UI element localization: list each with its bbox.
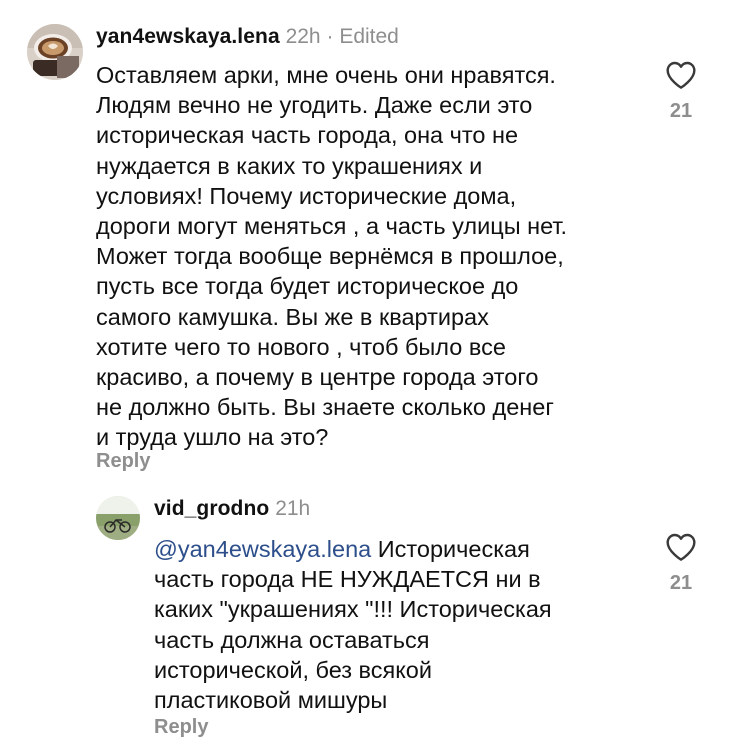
coffee-cup-avatar-image	[27, 24, 83, 80]
comment-text: Оставляем арки, мне очень они нравятся. …	[96, 62, 568, 451]
reply-button[interactable]: Reply	[154, 716, 208, 739]
bicycle-avatar-image	[96, 496, 140, 540]
edited-label: Edited	[339, 25, 399, 48]
timestamp: 22h	[285, 25, 321, 48]
like-button[interactable]: 21	[661, 532, 701, 595]
reply-text: @yan4ewskaya.lena Историческая часть гор…	[154, 534, 654, 715]
avatar[interactable]	[96, 496, 140, 540]
mention-link[interactable]: @yan4ewskaya.lena	[154, 536, 371, 562]
reply-body: Историческая часть города НЕ НУЖДАЕТСЯ н…	[154, 536, 552, 714]
username[interactable]: vid_grodno	[154, 497, 269, 520]
separator: ·	[326, 25, 334, 48]
reply-meta: vid_grodno 21h	[154, 496, 310, 522]
comment-meta: yan4ewskaya.lena 22h · Edited	[96, 24, 399, 50]
reply-button[interactable]: Reply	[96, 450, 150, 473]
avatar[interactable]	[27, 24, 83, 80]
timestamp: 21h	[275, 497, 311, 520]
heart-outline-icon	[666, 61, 696, 89]
username[interactable]: yan4ewskaya.lena	[96, 25, 280, 48]
like-count: 21	[669, 572, 693, 594]
like-count: 21	[669, 100, 693, 122]
heart-outline-icon	[666, 533, 696, 561]
like-button[interactable]: 21	[661, 60, 701, 123]
